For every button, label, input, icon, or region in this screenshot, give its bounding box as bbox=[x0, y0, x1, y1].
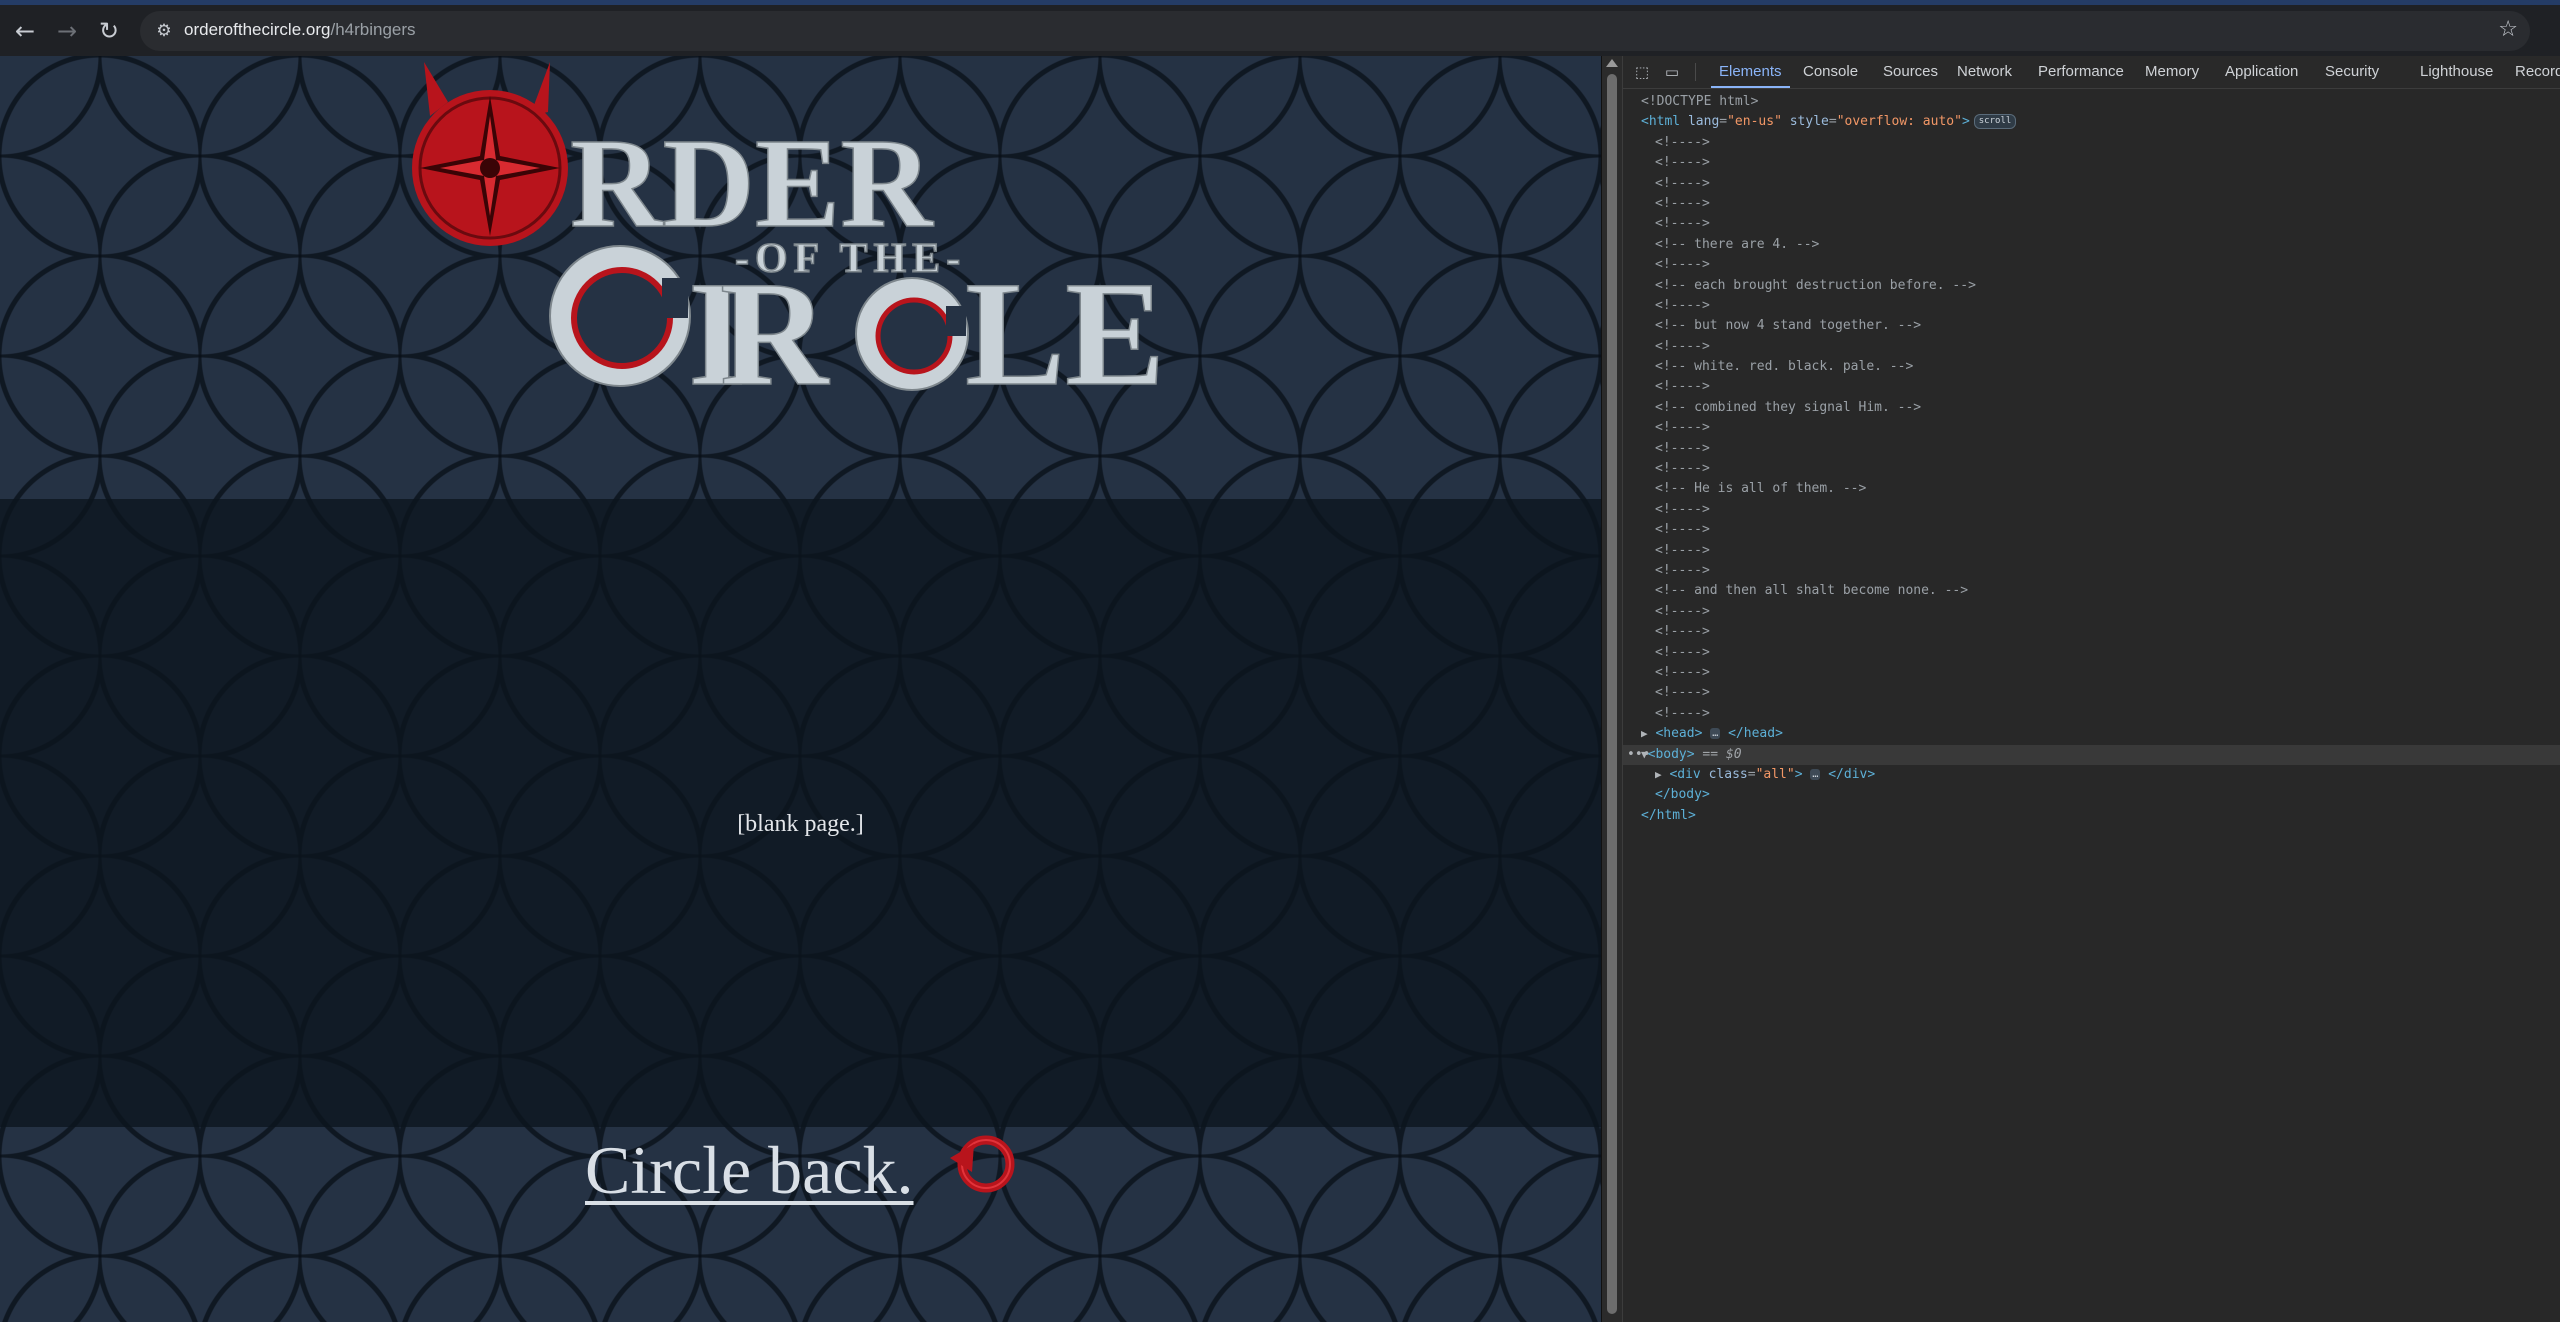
dom-comment[interactable]: <!----> bbox=[1623, 296, 2560, 316]
dom-comment[interactable]: <!----> bbox=[1623, 602, 2560, 622]
dom-doctype[interactable]: <!DOCTYPE html> bbox=[1623, 92, 2560, 112]
url-path: /h4rbingers bbox=[330, 20, 416, 39]
dom-tree: <!DOCTYPE html> <html lang="en-us" style… bbox=[1623, 92, 2560, 826]
tab-sources[interactable]: Sources bbox=[1883, 56, 1938, 88]
arrow-left-icon: ← bbox=[14, 17, 36, 45]
dom-comment[interactable]: <!-- and then all shalt become none. --> bbox=[1623, 581, 2560, 601]
url-host: orderofthecircle.org bbox=[184, 20, 331, 39]
logo-word-order: RDER bbox=[570, 112, 934, 254]
dom-comment[interactable]: <!----> bbox=[1623, 541, 2560, 561]
order-of-the-circle-logo: RDER -OF THE- I R LE bbox=[412, 62, 1166, 406]
tab-performance[interactable]: Performance bbox=[2038, 56, 2124, 88]
browser-toolbar: ← → ↻ ⚙ orderofthecircle.org/h4rbingers … bbox=[0, 0, 2560, 56]
dom-comment[interactable]: <!----> bbox=[1623, 683, 2560, 703]
tab-console[interactable]: Console bbox=[1803, 56, 1858, 88]
scroll-badge[interactable]: scroll bbox=[1973, 114, 2017, 130]
site-info-icon[interactable]: ⚙ bbox=[152, 19, 176, 43]
collapsed-ellipsis[interactable]: … bbox=[1810, 768, 1821, 780]
dom-comment[interactable]: <!----> bbox=[1623, 214, 2560, 234]
tab-lighthouse[interactable]: Lighthouse bbox=[2420, 56, 2493, 88]
svg-text:R: R bbox=[720, 251, 830, 406]
dom-comment[interactable]: <!-- each brought destruction before. --… bbox=[1623, 276, 2560, 296]
devtools-panel: ⬚ ▭ Elements Console Sources Network Per… bbox=[1622, 56, 2560, 1322]
tab-memory[interactable]: Memory bbox=[2145, 56, 2199, 88]
tab-security[interactable]: Security bbox=[2325, 56, 2379, 88]
more-options-icon[interactable]: ••• bbox=[1627, 745, 1650, 765]
expand-triangle-icon[interactable]: ▶ bbox=[1641, 727, 1648, 740]
svg-text:LE: LE bbox=[965, 251, 1165, 406]
devtools-toolbar: ⬚ ▭ Elements Console Sources Network Per… bbox=[1623, 56, 2560, 89]
bookmark-star-icon[interactable]: ☆ bbox=[2498, 17, 2518, 42]
tab-recorder[interactable]: Recorder bbox=[2515, 56, 2560, 88]
dom-comment[interactable]: <!-- combined they signal Him. --> bbox=[1623, 398, 2560, 418]
dom-html-open[interactable]: <html lang="en-us" style="overflow: auto… bbox=[1623, 112, 2560, 132]
dom-div-all[interactable]: ▶ <div class="all"> … </div> bbox=[1623, 765, 2560, 785]
dom-comment[interactable]: <!----> bbox=[1623, 174, 2560, 194]
red-emblem-icon bbox=[412, 62, 568, 246]
inspect-element-icon[interactable]: ⬚ bbox=[1631, 62, 1653, 82]
dom-comment[interactable]: <!----> bbox=[1623, 337, 2560, 357]
dom-comment[interactable]: <!----> bbox=[1623, 561, 2560, 581]
dom-comment[interactable]: <!----> bbox=[1623, 643, 2560, 663]
dom-comment[interactable]: <!----> bbox=[1623, 153, 2560, 173]
back-button[interactable]: ← bbox=[8, 14, 42, 48]
circular-arrow-icon[interactable] bbox=[948, 1128, 1018, 1198]
arrow-right-icon: → bbox=[56, 17, 78, 45]
dom-html-close[interactable]: </html> bbox=[1623, 806, 2560, 826]
scroll-thumb[interactable] bbox=[1607, 74, 1617, 1314]
dom-comment[interactable]: <!----> bbox=[1623, 622, 2560, 642]
toolbar-divider bbox=[1695, 63, 1696, 81]
blank-page-text: [blank page.] bbox=[737, 811, 864, 837]
dom-comment[interactable]: <!----> bbox=[1623, 418, 2560, 438]
dom-comment[interactable]: <!----> bbox=[1623, 439, 2560, 459]
forward-button[interactable]: → bbox=[50, 14, 84, 48]
page-scrollbar[interactable] bbox=[1601, 56, 1622, 1322]
collapsed-ellipsis[interactable]: … bbox=[1710, 728, 1721, 740]
dom-head[interactable]: ▶ <head> … </head> bbox=[1623, 724, 2560, 744]
scroll-up-arrow-icon[interactable] bbox=[1606, 59, 1618, 67]
dom-body-selected[interactable]: ••• ▼<body> == $0 bbox=[1623, 744, 2560, 765]
reload-button[interactable]: ↻ bbox=[92, 14, 126, 48]
reload-icon: ↻ bbox=[98, 17, 120, 45]
dom-comment[interactable]: <!-- white. red. black. pale. --> bbox=[1623, 357, 2560, 377]
tab-elements[interactable]: Elements bbox=[1711, 56, 1790, 88]
dom-comment[interactable]: <!-- He is all of them. --> bbox=[1623, 479, 2560, 499]
dom-comment[interactable]: <!----> bbox=[1623, 377, 2560, 397]
dom-comment[interactable]: <!----> bbox=[1623, 500, 2560, 520]
device-toolbar-icon[interactable]: ▭ bbox=[1661, 62, 1683, 82]
page-viewport: RDER -OF THE- I R LE [blank page.] Circl… bbox=[0, 56, 1601, 1322]
dom-comment[interactable]: <!----> bbox=[1623, 459, 2560, 479]
tab-application[interactable]: Application bbox=[2225, 56, 2298, 88]
expand-triangle-icon[interactable]: ▶ bbox=[1655, 768, 1662, 781]
address-bar[interactable]: ⚙ orderofthecircle.org/h4rbingers ☆ bbox=[140, 11, 2530, 51]
dom-comment[interactable]: <!----> bbox=[1623, 194, 2560, 214]
tab-network[interactable]: Network bbox=[1957, 56, 2012, 88]
circle-back-link[interactable]: Circle back. bbox=[585, 1131, 914, 1210]
dom-comment[interactable]: <!----> bbox=[1623, 520, 2560, 540]
dom-comment[interactable]: <!----> bbox=[1623, 133, 2560, 153]
dom-comment[interactable]: <!----> bbox=[1623, 704, 2560, 724]
dom-comment[interactable]: <!----> bbox=[1623, 663, 2560, 683]
dom-comment[interactable]: <!----> bbox=[1623, 255, 2560, 275]
dom-comment[interactable]: <!-- there are 4. --> bbox=[1623, 235, 2560, 255]
url-text[interactable]: orderofthecircle.org/h4rbingers bbox=[184, 20, 416, 40]
dom-comment[interactable]: <!-- but now 4 stand together. --> bbox=[1623, 316, 2560, 336]
dom-body-close[interactable]: </body> bbox=[1623, 785, 2560, 805]
